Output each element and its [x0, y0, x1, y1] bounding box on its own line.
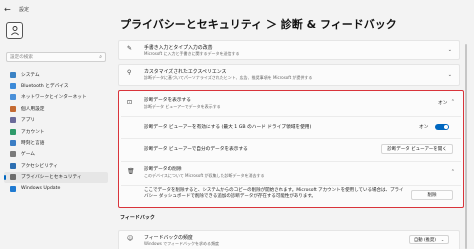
delete-data-title: 診断データの削除	[144, 167, 182, 172]
sidebar-item-label: 時刻と言語	[21, 141, 45, 147]
feedback-frequency-select[interactable]: 自動 (推奨) ⌄	[409, 235, 450, 244]
search-icon[interactable]: ⌕	[99, 54, 102, 60]
sidebar-item-label: システム	[21, 72, 40, 78]
select-value: 自動 (推奨)	[414, 237, 436, 243]
enable-viewer-label: 診断データ ビューアーを有効にする (最大 1 GB のハード ドライブ領域を使…	[144, 125, 312, 130]
view-data-title: 診断データを表示する	[144, 98, 191, 103]
scrollbar[interactable]	[465, 44, 468, 249]
network-icon	[10, 94, 16, 101]
main-content: プライバシーとセキュリティ ＞ 診断 & フィードバック ✎ 手書き入力とタイプ…	[118, 0, 474, 249]
system-icon	[10, 71, 16, 78]
gamepad-icon	[10, 151, 16, 158]
delete-description: ここでデータを削除すると、システムからのコピーの削除が開始されます。Micros…	[144, 188, 404, 200]
sidebar-item-network[interactable]: ネットワークとインターネット	[4, 92, 108, 103]
delete-diagnostic-data-header[interactable]: 🗑 診断データの削除 このデバイスについて Microsoft が収集した診断デ…	[119, 162, 462, 184]
avatar[interactable]	[6, 22, 23, 39]
viewer-toggle[interactable]	[435, 123, 449, 130]
apps-icon	[10, 117, 16, 124]
sidebar-item-label: ゲーム	[21, 152, 35, 158]
sidebar-item-windows-update[interactable]: Windows Update	[4, 183, 108, 194]
feedback-frequency-card: ☺ フィードバックの頻度 Windows でフィードバックを求める頻度 自動 (…	[118, 230, 460, 249]
feedback-icon: ☺	[127, 235, 134, 242]
sidebar-item-label: アプリ	[21, 118, 36, 124]
delete-button[interactable]: 削除	[411, 190, 453, 200]
clock-language-icon	[10, 140, 16, 147]
settings-search-box[interactable]: 設定の検索 ⌕	[6, 52, 106, 62]
card-subtitle: Microsoft に入力と手書きに関するデータを送信する	[144, 50, 240, 56]
sidebar-item-system[interactable]: システム	[4, 69, 108, 80]
chevron-up-icon[interactable]: ⌃	[451, 169, 455, 175]
bluetooth-icon	[10, 83, 16, 90]
feedback-heading: フィードバック	[120, 215, 155, 221]
enable-viewer-row: 診断データ ビューアーを有効にする (最大 1 GB のハード ドライブ領域を使…	[119, 117, 462, 137]
open-viewer-label: 診断データ ビューアーで自分のデータを表示する	[144, 147, 248, 152]
delete-data-subtitle: このデバイスについて Microsoft が収集した診断データを消去する	[144, 172, 265, 178]
view-data-subtitle: 診断データ ビューアーでデータを表示する	[144, 103, 221, 109]
chevron-down-icon[interactable]: ⌄	[448, 72, 452, 78]
sidebar-item-personalization[interactable]: 個人用設定	[4, 103, 108, 114]
sidebar-item-accounts[interactable]: アカウント	[4, 126, 108, 137]
page-title: プライバシーとセキュリティ ＞ 診断 & フィードバック	[120, 18, 397, 31]
user-avatar-icon	[10, 26, 19, 36]
sidebar-item-label: Bluetooth とデバイス	[21, 84, 69, 90]
sidebar-item-label: ネットワークとインターネット	[21, 95, 87, 101]
diagnostic-view-icon: ⊡	[127, 99, 133, 106]
chevron-down-icon[interactable]: ⌄	[448, 47, 452, 53]
diagnostic-data-section: ⊡ 診断データを表示する 診断データ ビューアーでデータを表示する オン ⌃ 診…	[118, 90, 464, 208]
sidebar-item-gaming[interactable]: ゲーム	[4, 149, 108, 160]
view-diagnostic-data-header[interactable]: ⊡ 診断データを表示する 診断データ ビューアーでデータを表示する オン ⌃	[119, 91, 462, 115]
sidebar-item-bluetooth[interactable]: Bluetooth とデバイス	[4, 80, 108, 91]
sidebar-item-label: Windows Update	[21, 186, 61, 192]
open-viewer-row: 診断データ ビューアーで自分のデータを表示する 診断データ ビューアーを開く	[119, 139, 462, 159]
sidebar-nav: システム Bluetooth とデバイス ネットワークとインターネット 個人用設…	[4, 69, 108, 194]
shield-icon	[10, 174, 16, 181]
tailored-experiences-card[interactable]: ⚲ カスタマイズされたエクスペリエンス 診断データに基づいてパーソナライズされた…	[118, 64, 460, 86]
chevron-down-icon: ⌄	[440, 237, 445, 242]
card-subtitle: 診断データに基づいてパーソナライズされたヒント、広告、推奨事項を Microso…	[144, 74, 313, 80]
sidebar-item-privacy[interactable]: プライバシーとセキュリティ	[4, 171, 108, 183]
back-arrow-icon[interactable]: ←	[4, 5, 16, 14]
account-icon	[10, 128, 16, 135]
search-input[interactable]: 設定の検索	[10, 54, 33, 60]
sidebar-item-label: プライバシーとセキュリティ	[21, 175, 82, 181]
sidebar: 設定の検索 ⌕ システム Bluetooth とデバイス ネットワークとインター…	[0, 18, 112, 249]
chevron-up-icon[interactable]: ⌃	[451, 99, 455, 105]
sidebar-item-label: アカウント	[21, 129, 45, 135]
sidebar-item-accessibility[interactable]: アクセシビリティ	[4, 160, 108, 171]
app-title: 設定	[19, 6, 30, 13]
sidebar-item-time-language[interactable]: 時刻と言語	[4, 137, 108, 148]
open-viewer-button[interactable]: 診断データ ビューアーを開く	[381, 144, 453, 154]
windows-update-icon	[10, 185, 16, 192]
paintbrush-icon	[10, 105, 16, 112]
lightbulb-icon: ⚲	[127, 69, 132, 76]
card-subtitle: Windows でフィードバックを求める頻度	[144, 240, 220, 246]
sidebar-item-label: アクセシビリティ	[21, 163, 58, 169]
viewer-toggle-state: オン	[419, 125, 429, 130]
view-data-state: オン	[438, 101, 448, 106]
handwriting-typing-card[interactable]: ✎ 手書き入力とタイプ入力の改善 Microsoft に入力と手書きに関するデー…	[118, 40, 460, 60]
keyboard-pen-icon: ✎	[127, 45, 133, 52]
sidebar-item-label: 個人用設定	[21, 106, 45, 112]
trash-icon: 🗑	[127, 168, 135, 175]
accessibility-icon	[10, 162, 16, 169]
sidebar-item-apps[interactable]: アプリ	[4, 115, 108, 126]
divider	[121, 185, 461, 186]
